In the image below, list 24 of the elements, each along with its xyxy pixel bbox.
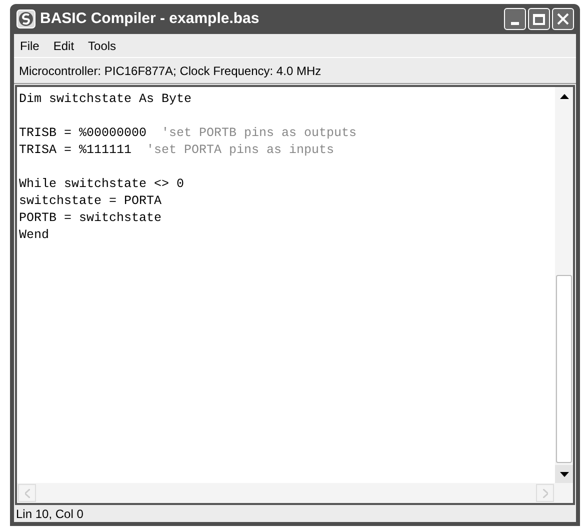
menu-item[interactable]: Tools: [88, 36, 116, 54]
code-text: While switchstate <> 0: [19, 176, 184, 193]
code-text: PORTB = switchstate: [19, 210, 162, 227]
code-text: Wend: [19, 227, 50, 244]
scroll-down-icon[interactable]: [555, 465, 573, 483]
window-title: BASIC Compiler - example.bas: [40, 8, 260, 29]
maximize-button[interactable]: [528, 8, 550, 30]
code-text: Dim switchstate As Byte: [19, 91, 192, 108]
status-text: Lin 10, Col 0: [16, 508, 84, 520]
minimize-button[interactable]: [504, 8, 526, 30]
menu-item[interactable]: File: [20, 36, 40, 54]
scroll-thumb[interactable]: [556, 275, 572, 463]
close-icon: [557, 13, 569, 25]
code-comment: 'set PORTB pins as outputs: [162, 125, 357, 142]
code-text: switchstate = PORTA: [19, 193, 162, 210]
menu-item[interactable]: Edit: [53, 36, 74, 54]
vertical-scrollbar[interactable]: [555, 87, 573, 483]
info-bar-text: Microcontroller: PIC16F877A; Clock Frequency: 4.0 MHz: [19, 62, 322, 80]
code-text: TRISA = %111111: [19, 142, 133, 159]
code-comment: 'set PORTA pins as inputs: [146, 142, 334, 159]
app-logo-icon: [16, 9, 36, 29]
close-button[interactable]: [552, 8, 574, 30]
code-editor[interactable]: Dim switchstate As Byte TRISB = %00000000 'set PORTB pins as outputs TRISA = %111111 'set PORTA pins as inputs While switchstate <> 0 switchstate = PORTA PORTB = switchstate Wend: [15, 85, 575, 505]
code-text: TRISB = %00000000: [19, 125, 148, 142]
